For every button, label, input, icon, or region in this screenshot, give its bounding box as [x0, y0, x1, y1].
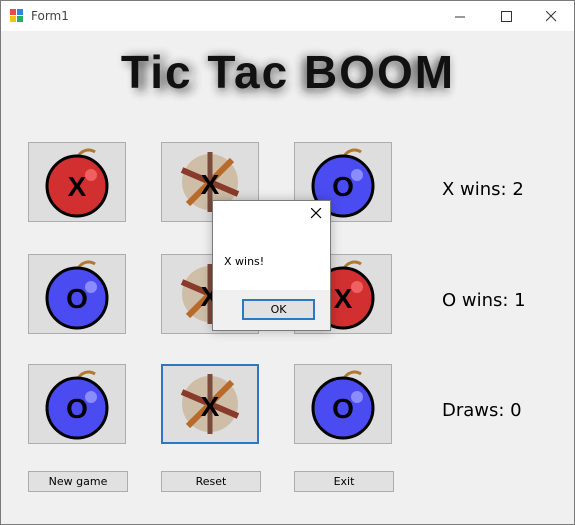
title-bar: Form1 [1, 1, 574, 31]
window-title: Form1 [31, 9, 69, 23]
cell-3[interactable]: O [28, 254, 126, 334]
title-banner: Tic Tac BOOM Tic Tac BOOM [121, 46, 455, 102]
minimize-button[interactable] [437, 1, 483, 31]
cell-label: X [68, 171, 87, 202]
blue-bomb-icon: O [45, 370, 109, 440]
cell-label: X [334, 283, 353, 314]
explosion-icon: X [180, 374, 240, 434]
maximize-icon [500, 10, 512, 22]
app-icon [10, 9, 23, 22]
cell-label: X [201, 169, 220, 200]
cell-label: O [332, 393, 354, 424]
blue-bomb-icon: O [45, 260, 109, 330]
minimize-icon [454, 16, 465, 17]
banner-text: Tic Tac BOOM [121, 46, 455, 98]
message-dialog: X wins! OK [212, 200, 331, 331]
cell-8[interactable]: O [294, 364, 392, 444]
blue-bomb-icon: O [311, 370, 375, 440]
new-game-button[interactable]: New game [28, 471, 128, 492]
draws-label: Draws: 0 [442, 400, 522, 421]
dialog-message: X wins! [224, 255, 265, 268]
main-window: Form1 Tic Tac BOOM Tic Tac BOOM X X O O … [0, 0, 575, 525]
x-wins-label: X wins: 2 [442, 179, 524, 200]
close-icon [545, 10, 556, 21]
dialog-footer: OK [213, 290, 330, 330]
cell-0[interactable]: X [28, 142, 126, 222]
close-icon [310, 207, 321, 218]
maximize-button[interactable] [483, 1, 529, 31]
cell-7[interactable]: X [161, 364, 259, 444]
dialog-close-button[interactable] [308, 205, 324, 221]
cell-label: O [66, 283, 88, 314]
red-bomb-icon: X [45, 148, 109, 218]
close-button[interactable] [528, 1, 574, 31]
ok-button[interactable]: OK [242, 299, 315, 320]
reset-button[interactable]: Reset [161, 471, 261, 492]
o-wins-label: O wins: 1 [442, 290, 526, 311]
exit-button[interactable]: Exit [294, 471, 394, 492]
cell-label: O [66, 393, 88, 424]
cell-6[interactable]: O [28, 364, 126, 444]
cell-label: O [332, 171, 354, 202]
cell-label: X [201, 391, 220, 422]
